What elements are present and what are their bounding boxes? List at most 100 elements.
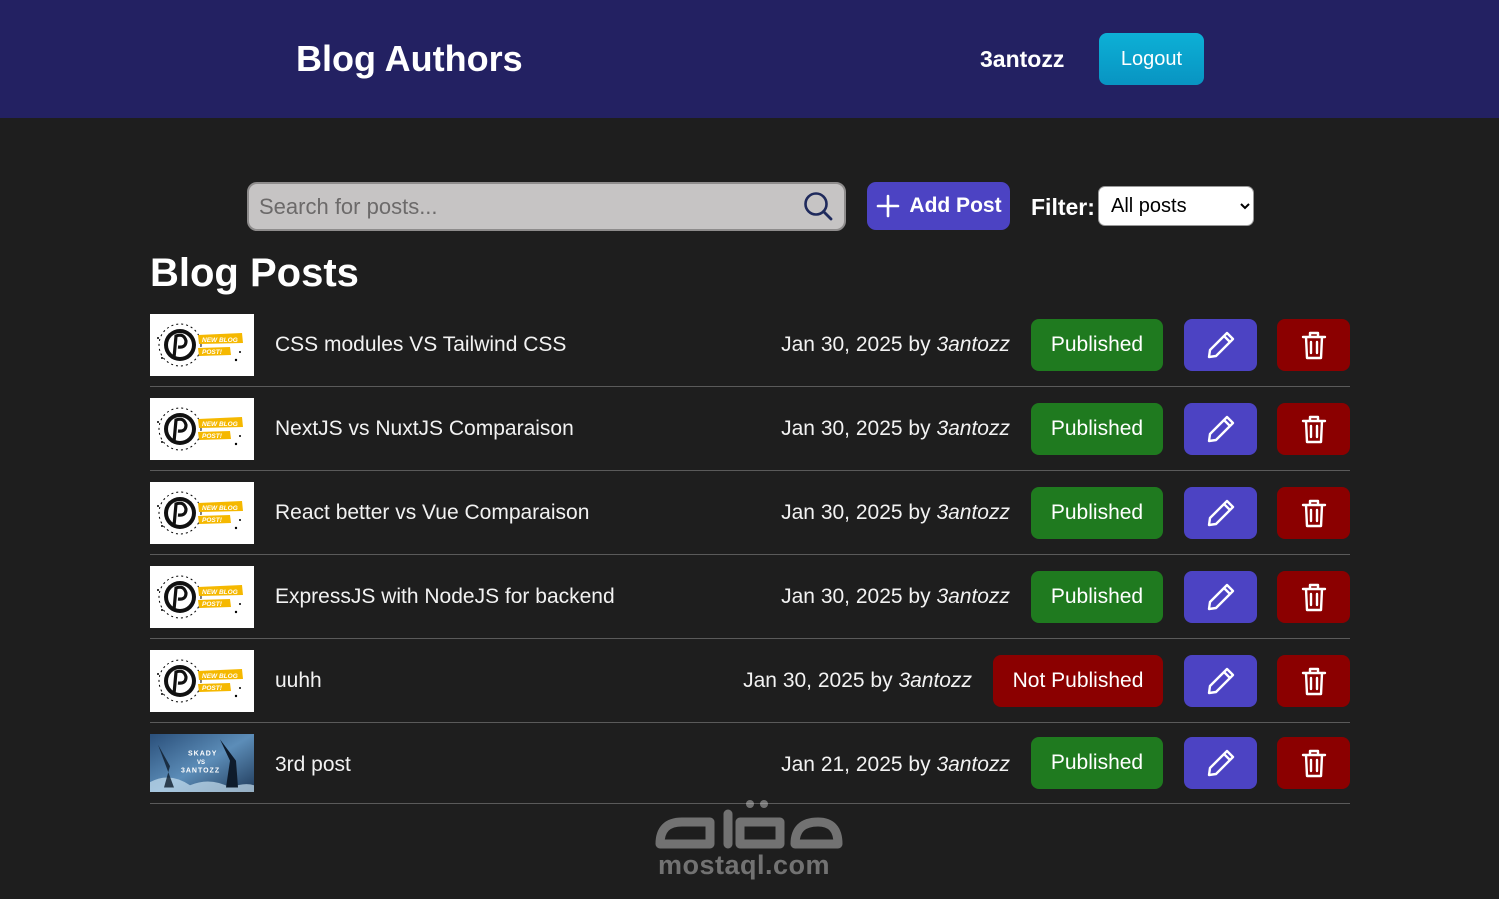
pencil-icon [1207, 331, 1234, 359]
delete-post-button[interactable] [1277, 487, 1350, 539]
post-date: Jan 30, 2025 [743, 669, 865, 692]
post-title[interactable]: 3rd post [275, 752, 351, 778]
post-date: Jan 21, 2025 [781, 753, 903, 776]
publish-status-button[interactable]: Published [1031, 319, 1163, 371]
post-row: NEW BLOG POST! ExpressJS with NodeJS for… [150, 555, 1350, 639]
logout-button[interactable]: Logout [1099, 33, 1204, 85]
post-row: NEW BLOG POST! NextJS vs NuxtJS Comparai… [150, 387, 1350, 471]
post-thumbnail: NEW BLOG POST! [150, 482, 254, 544]
publish-status-button[interactable]: Published [1031, 571, 1163, 623]
filter-select[interactable]: All posts [1098, 186, 1254, 226]
post-date: Jan 30, 2025 [781, 501, 903, 524]
delete-post-button[interactable] [1277, 655, 1350, 707]
post-row: NEW BLOG POST! CSS modules VS Tailwind C… [150, 303, 1350, 387]
svg-text:POST!: POST! [202, 517, 223, 524]
post-meta: Jan 30, 2025 by 3antozz [781, 500, 1010, 526]
delete-post-button[interactable] [1277, 737, 1350, 789]
post-date: Jan 30, 2025 [781, 417, 903, 440]
post-author: 3antozz [936, 333, 1010, 356]
svg-text:SKADY: SKADY [188, 748, 217, 757]
post-author: 3antozz [936, 753, 1010, 776]
trash-icon [1301, 583, 1326, 612]
search-bar [247, 182, 846, 231]
trash-icon [1301, 499, 1326, 528]
top-header: Blog Authors 3antozz Logout [0, 0, 1499, 118]
svg-text:POST!: POST! [202, 433, 223, 440]
pencil-icon [1207, 749, 1234, 777]
edit-post-button[interactable] [1184, 487, 1257, 539]
post-thumbnail: SKADY VS 3ANTOZZ [150, 734, 254, 792]
delete-post-button[interactable] [1277, 403, 1350, 455]
by-label: by [908, 753, 931, 776]
trash-icon [1301, 415, 1326, 444]
page-title: Blog Posts [150, 251, 359, 295]
publish-status-button[interactable]: Published [1031, 403, 1163, 455]
svg-text:POST!: POST! [202, 349, 223, 356]
edit-post-button[interactable] [1184, 655, 1257, 707]
delete-post-button[interactable] [1277, 319, 1350, 371]
by-label: by [870, 669, 893, 692]
new-blog-post-thumbnail: NEW BLOG POST! [150, 650, 254, 712]
post-date: Jan 30, 2025 [781, 333, 903, 356]
publish-status-button[interactable]: Published [1031, 737, 1163, 789]
new-blog-post-thumbnail: NEW BLOG POST! [150, 314, 254, 376]
post-thumbnail: NEW BLOG POST! [150, 566, 254, 628]
post-thumbnail: NEW BLOG POST! [150, 314, 254, 376]
publish-status-button[interactable]: Published [1031, 487, 1163, 539]
new-blog-post-thumbnail: NEW BLOG POST! [150, 398, 254, 460]
watermark-text: mostaql.com [658, 850, 831, 880]
post-meta: Jan 30, 2025 by 3antozz [743, 668, 972, 694]
pencil-icon [1207, 499, 1234, 527]
post-title[interactable]: CSS modules VS Tailwind CSS [275, 332, 566, 358]
svg-text:NEW BLOG: NEW BLOG [202, 589, 238, 596]
mostaql-logo [655, 800, 843, 849]
post-meta: Jan 21, 2025 by 3antozz [781, 752, 1010, 778]
watermark: mostaql.com [640, 792, 858, 887]
by-label: by [908, 501, 931, 524]
post-title[interactable]: ExpressJS with NodeJS for backend [275, 584, 615, 610]
post-meta: Jan 30, 2025 by 3antozz [781, 332, 1010, 358]
plus-icon [877, 194, 900, 218]
post-title[interactable]: React better vs Vue Comparaison [275, 500, 589, 526]
new-blog-post-thumbnail: NEW BLOG POST! [150, 566, 254, 628]
post-thumbnail: NEW BLOG POST! [150, 650, 254, 712]
by-label: by [908, 585, 931, 608]
post-row: NEW BLOG POST! uuhh Jan 30, 2025 by 3ant… [150, 639, 1350, 723]
post-date: Jan 30, 2025 [781, 585, 903, 608]
post-meta: Jan 30, 2025 by 3antozz [781, 584, 1010, 610]
post-title[interactable]: uuhh [275, 668, 322, 694]
edit-post-button[interactable] [1184, 319, 1257, 371]
search-icon[interactable] [802, 190, 834, 222]
trash-icon [1301, 667, 1326, 696]
trash-icon [1301, 331, 1326, 360]
svg-text:POST!: POST! [202, 685, 223, 692]
post-author: 3antozz [936, 585, 1010, 608]
delete-post-button[interactable] [1277, 571, 1350, 623]
current-username: 3antozz [980, 46, 1065, 72]
edit-post-button[interactable] [1184, 403, 1257, 455]
site-title[interactable]: Blog Authors [296, 36, 523, 82]
post-row: NEW BLOG POST! React better vs Vue Compa… [150, 471, 1350, 555]
svg-text:NEW BLOG: NEW BLOG [202, 337, 238, 344]
by-label: by [908, 417, 931, 440]
post-title[interactable]: NextJS vs NuxtJS Comparaison [275, 416, 574, 442]
svg-text:NEW BLOG: NEW BLOG [202, 505, 238, 512]
edit-post-button[interactable] [1184, 571, 1257, 623]
by-label: by [908, 333, 931, 356]
post-author: 3antozz [898, 669, 972, 692]
game-art-thumbnail: SKADY VS 3ANTOZZ [150, 734, 254, 792]
trash-icon [1301, 749, 1326, 778]
add-post-button[interactable]: Add Post [867, 182, 1010, 230]
edit-post-button[interactable] [1184, 737, 1257, 789]
svg-text:3ANTOZZ: 3ANTOZZ [181, 765, 220, 774]
publish-status-button[interactable]: Not Published [993, 655, 1163, 707]
post-thumbnail: NEW BLOG POST! [150, 398, 254, 460]
pencil-icon [1207, 667, 1234, 695]
svg-text:POST!: POST! [202, 601, 223, 608]
post-meta: Jan 30, 2025 by 3antozz [781, 416, 1010, 442]
add-post-label: Add Post [909, 194, 1002, 217]
svg-text:NEW BLOG: NEW BLOG [202, 673, 238, 680]
new-blog-post-thumbnail: NEW BLOG POST! [150, 482, 254, 544]
post-author: 3antozz [936, 417, 1010, 440]
search-input[interactable] [259, 184, 789, 229]
